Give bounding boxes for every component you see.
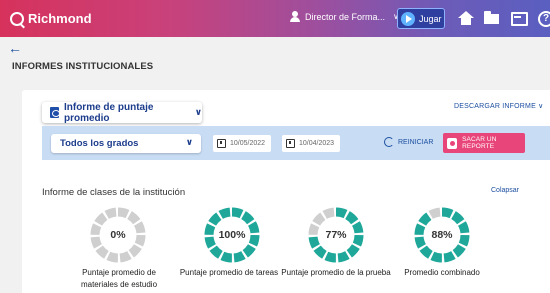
play-icon (401, 11, 415, 26)
gauge-value: 88% (431, 229, 453, 241)
back-arrow-icon[interactable]: ← (8, 40, 22, 56)
richmond-logo[interactable]: Richmond (10, 11, 92, 26)
refresh-icon (384, 137, 394, 147)
calendar-icon (217, 139, 226, 148)
brand-name: Richmond (28, 11, 92, 26)
report-type-dropdown[interactable]: Informe de puntaje promedio ∨ (42, 101, 202, 124)
generate-report-button[interactable]: SACAR UN REPORTE (443, 133, 525, 153)
gauge-value: 0% (110, 229, 126, 241)
richmond-logo-icon (10, 11, 24, 26)
top-navigation-bar: Richmond Director de Forma... ∨ Jugar ? (0, 0, 550, 37)
end-date-value: 10/04/2023 (299, 140, 335, 147)
download-report-button[interactable]: DESCARGAR INFORME ∨ (454, 102, 543, 110)
start-date-value: 10/05/2022 (230, 140, 266, 147)
gauge-label: Puntaje promedio de tareas (179, 268, 279, 277)
person-icon (290, 11, 300, 22)
end-date-field[interactable]: 10/04/2023 (282, 135, 340, 152)
report-icon (50, 107, 60, 118)
grades-label: Todos los grados (60, 138, 139, 149)
score-gauge: 88% (412, 205, 472, 265)
download-report-label: DESCARGAR INFORME (454, 103, 536, 110)
folder-icon[interactable] (484, 11, 500, 25)
section-title: Informe de clases de la institución (42, 187, 186, 198)
gauge-label: Puntaje promedio de materiales de estudi… (80, 268, 158, 289)
grades-dropdown[interactable]: Todos los grados ∨ (51, 134, 201, 153)
reset-label: REINICIAR (398, 138, 434, 146)
page-title: INFORMES INSTITUCIONALES (12, 61, 154, 72)
score-gauge: 77% (306, 205, 366, 265)
score-gauge: 100% (202, 205, 262, 265)
help-icon[interactable]: ? (538, 11, 550, 27)
start-date-field[interactable]: 10/05/2022 (213, 135, 271, 152)
user-menu[interactable]: Director de Forma... ∨ (290, 11, 399, 22)
gauge-value: 77% (325, 229, 347, 241)
report-icon (447, 137, 458, 149)
generate-report-label: SACAR UN REPORTE (462, 136, 497, 150)
report-card: Informe de puntaje promedio ∨ DESCARGAR … (22, 90, 550, 293)
jugar-label: Jugar (419, 13, 442, 24)
collapse-link[interactable]: Colapsar (491, 187, 519, 194)
chevron-down-icon: ∨ (538, 103, 544, 110)
gauge-label: Promedio combinado (404, 268, 480, 277)
score-gauge: 0% (88, 205, 148, 265)
calendar-icon (286, 139, 295, 148)
chevron-down-icon: ∨ (194, 107, 202, 117)
user-name: Director de Forma... (305, 11, 386, 22)
reset-button[interactable]: REINICIAR (384, 137, 433, 147)
filter-bar: Todos los grados ∨ 10/05/2022 10/04/2023… (42, 126, 550, 160)
chat-icon[interactable] (510, 11, 528, 26)
report-type-label: Informe de puntaje promedio (63, 101, 154, 124)
chevron-down-icon: ∨ (185, 137, 193, 147)
gauge-value: 100% (218, 229, 246, 241)
jugar-button[interactable]: Jugar (397, 8, 445, 29)
gauge-label: Puntaje promedio de la prueba (281, 268, 391, 277)
home-icon[interactable] (458, 11, 474, 25)
